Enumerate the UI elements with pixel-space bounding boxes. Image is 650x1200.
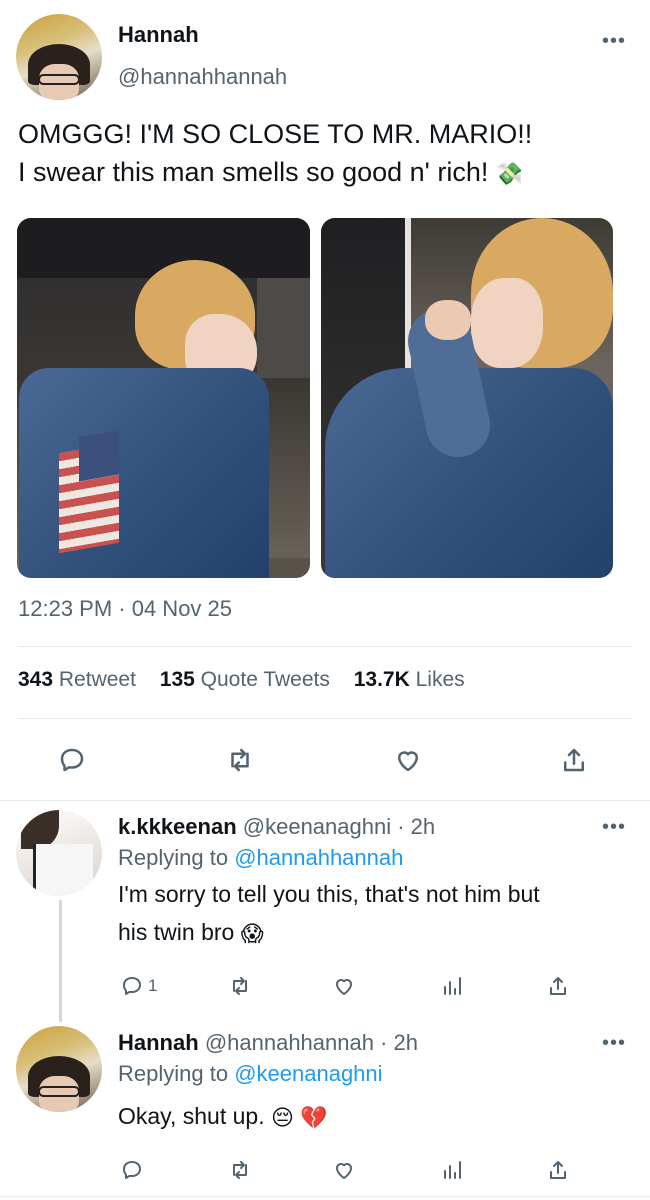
reply-text: I'm sorry to tell you this, that's not h… [118, 875, 628, 953]
like-count[interactable]: 13.7K [354, 668, 410, 691]
divider [0, 800, 650, 801]
pensive-heartbreak-emoji: 😔 💔 [270, 1104, 328, 1130]
retweet-icon [231, 748, 249, 772]
share-button[interactable] [556, 742, 592, 778]
retweet-icon [233, 977, 247, 995]
replying-to: Replying to @hannahhannah [118, 845, 403, 871]
reply-text-line1: I'm sorry to tell you this, that's not h… [118, 881, 540, 907]
reply-author-handle[interactable]: @hannahhannah [205, 1030, 374, 1055]
tweet-text: OMGGG! I'M SO CLOSE TO MR. MARIO!! I swe… [18, 115, 638, 193]
photo-2-face [471, 278, 543, 368]
divider [0, 1196, 650, 1197]
like-icon [398, 751, 418, 772]
analytics-icon [444, 977, 461, 995]
replying-prefix: Replying to [118, 1061, 229, 1086]
like-icon [336, 979, 352, 995]
reply-count: 1 [148, 976, 158, 995]
more-icon[interactable]: ••• [602, 817, 626, 837]
photo-1-stage [257, 278, 310, 378]
replying-to: Replying to @keenanaghni [118, 1061, 383, 1087]
like-label[interactable]: Likes [416, 668, 465, 691]
photo-2-hand [425, 300, 471, 340]
reply-icon [123, 977, 141, 995]
reply-avatar[interactable] [16, 1026, 102, 1112]
divider [18, 646, 632, 647]
share-icon [564, 748, 584, 772]
retweet-button[interactable] [222, 1152, 258, 1188]
tweet-text-line1: OMGGG! I'M SO CLOSE TO MR. MARIO!! [18, 119, 533, 149]
tweet-photo-1[interactable] [17, 218, 310, 578]
replying-prefix: Replying to [118, 845, 229, 870]
analytics-button[interactable] [434, 1152, 470, 1188]
reply-icon [123, 1161, 141, 1179]
reply-text-words: Okay, shut up. [118, 1103, 265, 1129]
author-handle[interactable]: @hannahhannah [118, 64, 287, 90]
thread-line [59, 900, 62, 1022]
quote-label[interactable]: Quote Tweets [201, 668, 330, 691]
avatar-glasses [38, 74, 80, 85]
money-wings-emoji: 💸 [495, 160, 524, 186]
more-icon[interactable]: ••• [602, 1033, 626, 1053]
analytics-icon [444, 1161, 461, 1179]
divider [18, 718, 632, 719]
reply-author-handle[interactable]: @keenanaghni [243, 814, 391, 839]
retweet-button[interactable] [222, 968, 258, 1004]
reply-author-name[interactable]: k.kkkeenan [118, 814, 237, 839]
reply-button[interactable] [114, 1152, 150, 1188]
avatar-glasses [38, 1086, 80, 1097]
reply-time[interactable]: · 2h [397, 814, 435, 839]
tweet-text-line2: I swear this man smells so good n' rich!… [18, 153, 638, 193]
reply-header: Hannah @hannahhannah · 2h [118, 1030, 418, 1056]
reply-text-line2: his twin bro 😱 [118, 913, 628, 953]
scream-emoji: 😱 [240, 920, 264, 946]
reply-text-line2-words: his twin bro [118, 919, 235, 945]
like-button[interactable] [326, 968, 362, 1004]
tweet-timestamp[interactable]: 12:23 PM · 04 Nov 25 [18, 596, 232, 622]
share-icon [550, 1161, 566, 1179]
like-button[interactable] [326, 1152, 362, 1188]
avatar-shirt [33, 844, 94, 896]
retweet-button[interactable] [222, 742, 258, 778]
share-button[interactable] [540, 1152, 576, 1188]
retweet-label[interactable]: Retweet [59, 668, 136, 691]
replying-to-link[interactable]: @keenanaghni [234, 1061, 382, 1086]
photo-1-flag-canton [79, 430, 119, 482]
like-button[interactable] [390, 742, 426, 778]
reply-button[interactable] [54, 742, 90, 778]
analytics-button[interactable] [434, 968, 470, 1004]
tweet-text-line2-words: I swear this man smells so good n' rich! [18, 157, 489, 187]
author-name[interactable]: Hannah [118, 22, 199, 48]
reply-header: k.kkkeenan @keenanaghni · 2h [118, 814, 435, 840]
reply-avatar[interactable] [16, 810, 102, 896]
replying-to-link[interactable]: @hannahhannah [234, 845, 403, 870]
more-icon[interactable]: ••• [602, 31, 626, 51]
avatar-hair [21, 810, 59, 849]
like-icon [336, 1163, 352, 1179]
quote-count[interactable]: 135 [160, 668, 195, 691]
reply-time[interactable]: · 2h [380, 1030, 418, 1055]
share-icon [550, 977, 566, 995]
reply-text: Okay, shut up. 😔 💔 [118, 1097, 628, 1137]
reply-button[interactable] [114, 968, 150, 1004]
reply-author-name[interactable]: Hannah [118, 1030, 199, 1055]
share-button[interactable] [540, 968, 576, 1004]
retweet-icon [233, 1161, 247, 1179]
retweet-count[interactable]: 343 [18, 668, 53, 691]
tweet-photo-2[interactable] [321, 218, 613, 578]
reply-icon [60, 748, 84, 772]
tweet-stats: 343 Retweet 135 Quote Tweets 13.7K Likes [18, 668, 465, 692]
author-avatar[interactable] [16, 14, 102, 100]
photo-1-jacket [19, 368, 269, 578]
